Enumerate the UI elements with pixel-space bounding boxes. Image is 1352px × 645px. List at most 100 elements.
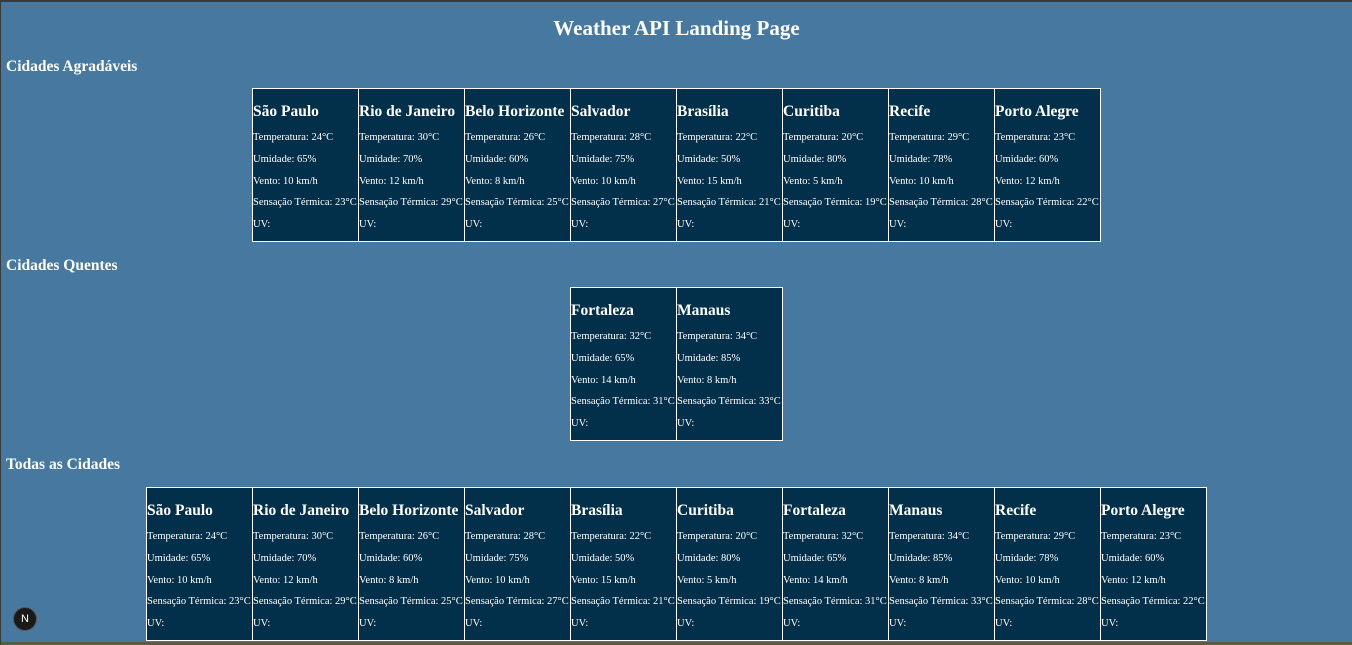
uv-text: UV: xyxy=(1101,618,1119,630)
feels-like-text: Sensação Térmica: 33°C xyxy=(889,596,993,608)
feels-like-text: Sensação Térmica: 22°C xyxy=(995,197,1099,209)
city-name: São Paulo xyxy=(147,502,213,519)
uv-text: UV: xyxy=(359,618,377,630)
feels-like-text: Sensação Térmica: 25°C xyxy=(465,197,569,209)
uv-text: UV: xyxy=(253,618,271,630)
section-heading-pleasant: Cidades Agradáveis xyxy=(6,58,138,75)
city-card: Fortaleza Temperatura: 32°C Umidade: 65% Ve… xyxy=(782,487,889,641)
feels-like-text: Sensação Térmica: 25°C xyxy=(359,596,463,608)
temperature-text: Temperatura: 30°C xyxy=(253,531,334,542)
temperature-text: Temperatura: 34°C xyxy=(889,531,970,542)
wind-text: Vento: 10 km/h xyxy=(253,175,318,187)
wind-text: Vento: 12 km/h xyxy=(253,574,318,586)
feels-like-text: Sensação Térmica: 31°C xyxy=(783,596,887,608)
uv-text: UV: xyxy=(571,618,589,630)
temperature-text: Temperatura: 30°C xyxy=(359,132,440,143)
humidity-text: Umidade: 50% xyxy=(571,552,635,564)
humidity-text: Umidade: 85% xyxy=(889,552,953,564)
city-details: Temperatura: 22°C Umidade: 50% Vento: 15 k… xyxy=(571,526,676,635)
temperature-text: Temperatura: 28°C xyxy=(465,531,546,542)
city-card: Porto Alegre Temperatura: 23°C Umidade: 60… xyxy=(1100,487,1207,641)
pleasant-cities-row: São Paulo Temperatura: 24°C Umidade: 65% Ve… xyxy=(1,88,1352,242)
city-card: Rio de Janeiro Temperatura: 30°C Umidade: … xyxy=(358,88,465,242)
humidity-text: Umidade: 75% xyxy=(571,153,635,165)
city-name: Belo Horizonte xyxy=(359,502,459,519)
city-name: Salvador xyxy=(571,103,631,120)
city-card: Salvador Temperatura: 28°C Umidade: 75% Ven… xyxy=(570,88,677,242)
temperature-text: Temperatura: 32°C xyxy=(571,331,652,342)
uv-text: UV: xyxy=(571,418,589,430)
wind-text: Vento: 10 km/h xyxy=(995,574,1060,586)
city-name: Porto Alegre xyxy=(1101,502,1185,519)
city-details: Temperatura: 23°C Umidade: 60% Vento: 12 k… xyxy=(995,127,1100,236)
feels-like-text: Sensação Térmica: 21°C xyxy=(571,596,675,608)
humidity-text: Umidade: 60% xyxy=(995,153,1059,165)
uv-text: UV: xyxy=(995,219,1013,231)
temperature-text: Temperatura: 26°C xyxy=(359,531,440,542)
wind-text: Vento: 8 km/h xyxy=(677,374,737,386)
city-name: Rio de Janeiro xyxy=(253,502,350,519)
humidity-text: Umidade: 78% xyxy=(995,552,1059,564)
city-name: Recife xyxy=(889,103,931,120)
city-name: Rio de Janeiro xyxy=(359,103,456,120)
uv-text: UV: xyxy=(783,219,801,231)
humidity-text: Umidade: 80% xyxy=(677,552,741,564)
city-card: Curitiba Temperatura: 20°C Umidade: 80% Ven… xyxy=(782,88,889,242)
humidity-text: Umidade: 60% xyxy=(359,552,423,564)
feels-like-text: Sensação Térmica: 29°C xyxy=(359,197,463,209)
temperature-text: Temperatura: 23°C xyxy=(1101,531,1182,542)
city-details: Temperatura: 28°C Umidade: 75% Vento: 10 k… xyxy=(465,526,570,635)
city-details: Temperatura: 29°C Umidade: 78% Vento: 10 k… xyxy=(995,526,1100,635)
city-card: Brasília Temperatura: 22°C Umidade: 50% Ven… xyxy=(676,88,783,242)
city-card: Manaus Temperatura: 34°C Umidade: 85% Vento… xyxy=(676,287,783,441)
city-details: Temperatura: 26°C Umidade: 60% Vento: 8 km… xyxy=(359,526,464,635)
wind-text: Vento: 15 km/h xyxy=(571,574,636,586)
nextjs-logo-icon[interactable]: N xyxy=(13,607,37,631)
temperature-text: Temperatura: 26°C xyxy=(465,132,546,143)
humidity-text: Umidade: 75% xyxy=(465,552,529,564)
humidity-text: Umidade: 50% xyxy=(677,153,741,165)
city-name: Fortaleza xyxy=(571,302,634,319)
feels-like-text: Sensação Térmica: 19°C xyxy=(783,197,887,209)
section-heading-all: Todas as Cidades xyxy=(6,456,121,473)
city-name: Manaus xyxy=(889,502,943,519)
city-details: Temperatura: 30°C Umidade: 70% Vento: 12 k… xyxy=(253,526,358,635)
uv-text: UV: xyxy=(783,618,801,630)
wind-text: Vento: 10 km/h xyxy=(889,175,954,187)
city-card: Rio de Janeiro Temperatura: 30°C Umidade: … xyxy=(252,487,359,641)
city-details: Temperatura: 34°C Umidade: 85% Vento: 8 km… xyxy=(889,526,994,635)
city-card: Belo Horizonte Temperatura: 26°C Umidade: … xyxy=(464,88,571,242)
wind-text: Vento: 12 km/h xyxy=(359,175,424,187)
dev-badge-label: N xyxy=(21,613,29,625)
wind-text: Vento: 10 km/h xyxy=(571,175,636,187)
city-name: Salvador xyxy=(465,502,525,519)
humidity-text: Umidade: 85% xyxy=(677,352,741,364)
city-name: Fortaleza xyxy=(783,502,846,519)
uv-text: UV: xyxy=(465,219,483,231)
wind-text: Vento: 12 km/h xyxy=(1101,574,1166,586)
city-details: Temperatura: 29°C Umidade: 78% Vento: 10 k… xyxy=(889,127,994,236)
uv-text: UV: xyxy=(359,219,377,231)
city-card: Curitiba Temperatura: 20°C Umidade: 80% Ven… xyxy=(676,487,783,641)
humidity-text: Umidade: 65% xyxy=(571,352,635,364)
city-details: Temperatura: 23°C Umidade: 60% Vento: 12 k… xyxy=(1101,526,1206,635)
city-card: São Paulo Temperatura: 24°C Umidade: 65% Ve… xyxy=(252,88,359,242)
wind-text: Vento: 8 km/h xyxy=(889,574,949,586)
section-heading-hot: Cidades Quentes xyxy=(6,257,118,274)
wind-text: Vento: 12 km/h xyxy=(995,175,1060,187)
humidity-text: Umidade: 65% xyxy=(783,552,847,564)
feels-like-text: Sensação Térmica: 29°C xyxy=(253,596,357,608)
city-details: Temperatura: 32°C Umidade: 65% Vento: 14 k… xyxy=(571,326,676,435)
temperature-text: Temperatura: 34°C xyxy=(677,331,758,342)
city-details: Temperatura: 22°C Umidade: 50% Vento: 15 k… xyxy=(677,127,782,236)
temperature-text: Temperatura: 22°C xyxy=(677,132,758,143)
city-details: Temperatura: 30°C Umidade: 70% Vento: 12 k… xyxy=(359,127,464,236)
uv-text: UV: xyxy=(571,219,589,231)
temperature-text: Temperatura: 28°C xyxy=(571,132,652,143)
feels-like-text: Sensação Térmica: 33°C xyxy=(677,396,781,408)
feels-like-text: Sensação Térmica: 28°C xyxy=(889,197,993,209)
feels-like-text: Sensação Térmica: 27°C xyxy=(465,596,569,608)
all-cities-row: São Paulo Temperatura: 24°C Umidade: 65% Ve… xyxy=(1,487,1352,641)
city-details: Temperatura: 28°C Umidade: 75% Vento: 10 k… xyxy=(571,127,676,236)
city-card: Fortaleza Temperatura: 32°C Umidade: 65% Ve… xyxy=(570,287,677,441)
